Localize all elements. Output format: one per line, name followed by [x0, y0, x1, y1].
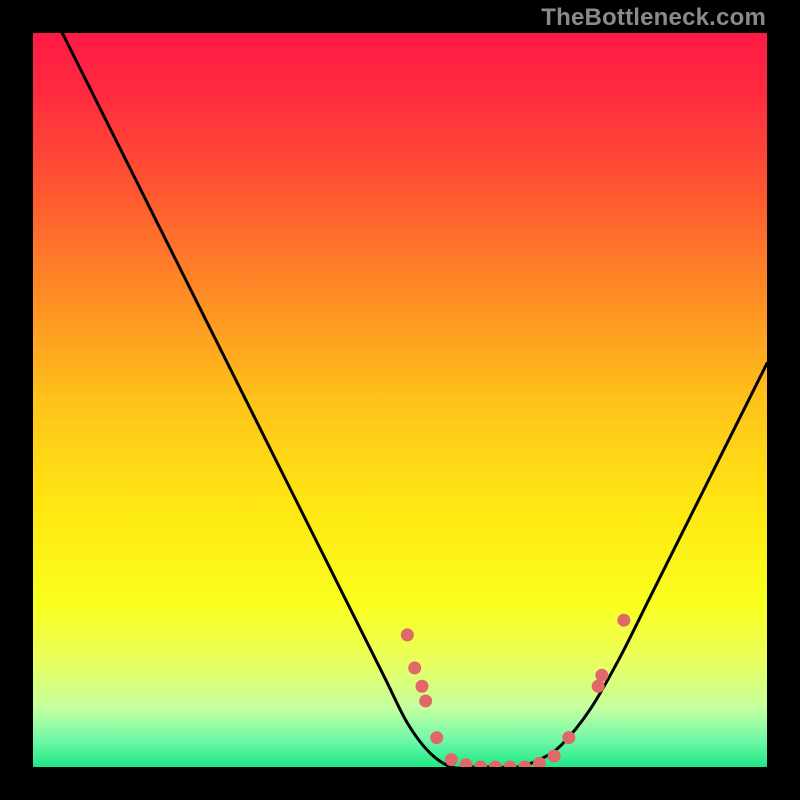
plot-area [33, 33, 767, 767]
highlight-dot [430, 731, 443, 744]
highlight-dot [489, 761, 502, 768]
highlight-dot [562, 731, 575, 744]
chart-svg [33, 33, 767, 767]
highlight-dot [592, 680, 605, 693]
highlight-dot [460, 758, 473, 767]
outer-frame: TheBottleneck.com [0, 0, 800, 800]
highlight-dot [504, 761, 517, 768]
highlight-dot [401, 628, 414, 641]
highlight-dots [401, 614, 631, 767]
watermark-text: TheBottleneck.com [541, 4, 766, 32]
highlight-dot [419, 694, 432, 707]
highlight-dot [416, 680, 429, 693]
highlight-dot [548, 749, 561, 762]
bottleneck-curve [33, 33, 767, 767]
highlight-dot [408, 661, 421, 674]
highlight-dot [595, 669, 608, 682]
highlight-dot [474, 761, 487, 768]
highlight-dot [518, 761, 531, 768]
highlight-dot [617, 614, 630, 627]
highlight-dot [445, 753, 458, 766]
